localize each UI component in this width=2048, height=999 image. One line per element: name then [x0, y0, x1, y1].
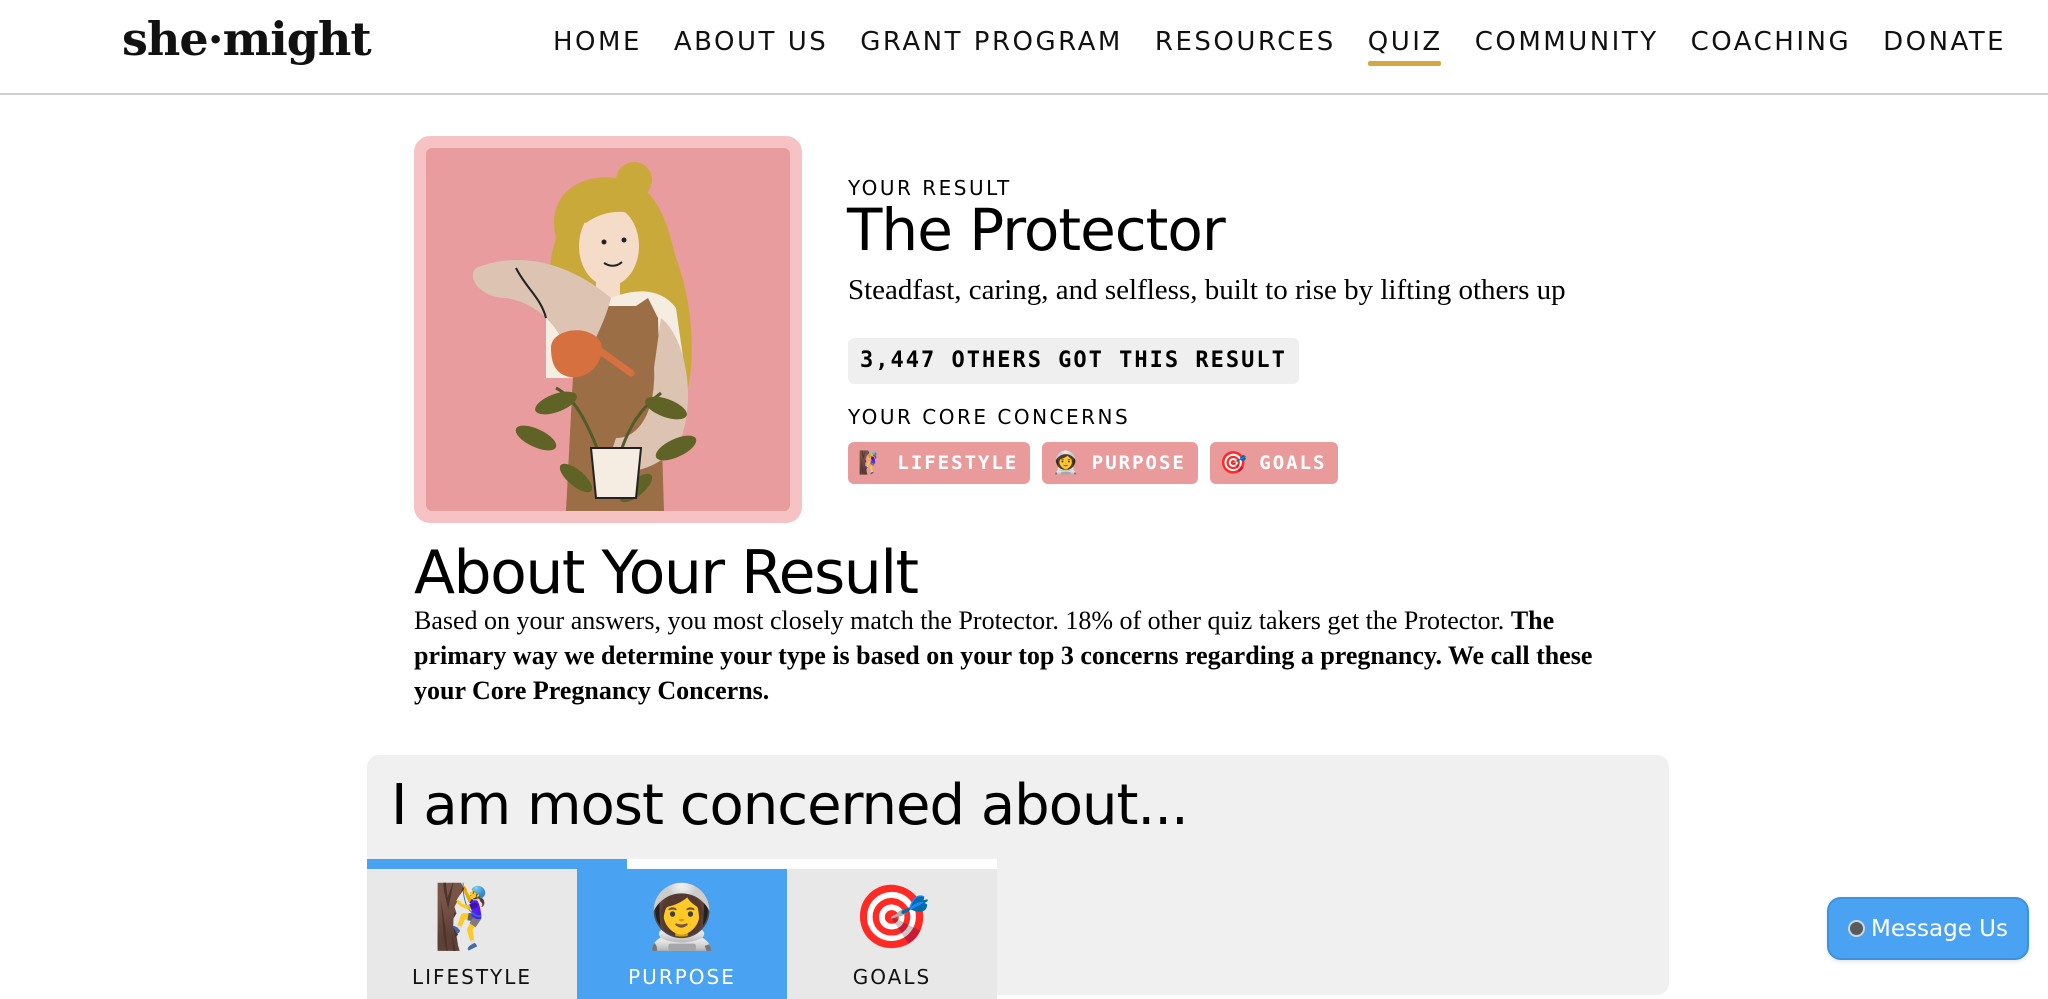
about-paragraph: Based on your answers, you most closely …: [414, 603, 1614, 708]
nav-home-link[interactable]: HOME: [553, 27, 642, 63]
nav-about-us-link[interactable]: ABOUT US: [674, 27, 828, 63]
nav-coaching-link[interactable]: COACHING: [1691, 27, 1851, 63]
target-icon: 🎯: [1219, 450, 1250, 476]
astronaut-icon: 👩‍🚀: [643, 883, 721, 952]
chip-label: GOALS: [1259, 452, 1327, 474]
result-count-badge: 3,447 OTHERS GOT THIS RESULT: [848, 338, 1299, 384]
progress-bar: [367, 859, 577, 869]
result-portrait: [414, 136, 802, 523]
chip-goals: 🎯 GOALS: [1209, 442, 1339, 484]
tab-goals[interactable]: 🎯 GOALS: [787, 859, 997, 999]
site-logo[interactable]: she·might: [122, 12, 372, 66]
main-menu: HOME ABOUT US GRANT PROGRAM RESOURCES QU…: [553, 27, 2038, 66]
top-navigation: she·might HOME ABOUT US GRANT PROGRAM RE…: [0, 0, 2048, 95]
nav-resources-link[interactable]: RESOURCES: [1155, 27, 1336, 63]
tab-purpose[interactable]: 👩‍🚀 PURPOSE: [577, 859, 787, 999]
core-concerns-label: YOUR CORE CONCERNS: [848, 405, 1131, 429]
nav-quiz-link[interactable]: QUIZ: [1367, 27, 1443, 66]
climber-icon: 🧗‍♀️: [858, 450, 888, 476]
concerns-tabs: 🧗‍♀️ LIFESTYLE 👩‍🚀 PURPOSE 🎯 GOALS: [367, 859, 997, 999]
tab-lifestyle[interactable]: 🧗‍♀️ LIFESTYLE: [367, 859, 577, 999]
concerns-heading: I am most concerned about...: [391, 773, 1189, 838]
concerns-panel: I am most concerned about... 🧗‍♀️ LIFEST…: [367, 755, 1669, 999]
progress-bar: [577, 859, 787, 869]
about-text: Based on your answers, you most closely …: [414, 606, 1505, 635]
progress-fill: [577, 859, 628, 869]
nav-donate-link[interactable]: DONATE: [1883, 27, 2006, 63]
status-dot-icon: [1848, 920, 1866, 937]
progress-fill: [367, 859, 577, 869]
result-subtitle: Steadfast, caring, and selfless, built t…: [848, 274, 1566, 306]
core-concerns-chips: 🧗‍♀️ LIFESTYLE 👩‍🚀 PURPOSE 🎯 GOALS: [848, 442, 1350, 484]
chip-purpose: 👩‍🚀 PURPOSE: [1042, 442, 1198, 484]
nav-grant-program-link[interactable]: GRANT PROGRAM: [860, 27, 1123, 63]
climber-icon: 🧗‍♀️: [433, 883, 511, 952]
tab-label: GOALS: [852, 965, 932, 989]
tab-label: PURPOSE: [628, 965, 736, 989]
chip-label: LIFESTYLE: [897, 452, 1019, 474]
astronaut-icon: 👩‍🚀: [1052, 450, 1082, 476]
progress-bar: [787, 859, 997, 869]
chip-lifestyle: 🧗‍♀️ LIFESTYLE: [848, 442, 1031, 484]
message-us-button[interactable]: Message Us: [1827, 897, 2029, 960]
protector-illustration: [426, 148, 790, 511]
message-us-label: Message Us: [1871, 915, 2008, 942]
target-icon: 🎯: [853, 883, 931, 952]
tab-label: LIFESTYLE: [411, 965, 533, 989]
chip-label: PURPOSE: [1091, 452, 1186, 474]
about-heading: About Your Result: [414, 538, 919, 608]
result-title: The Protector: [847, 196, 1226, 264]
nav-community-link[interactable]: COMMUNITY: [1475, 27, 1659, 63]
